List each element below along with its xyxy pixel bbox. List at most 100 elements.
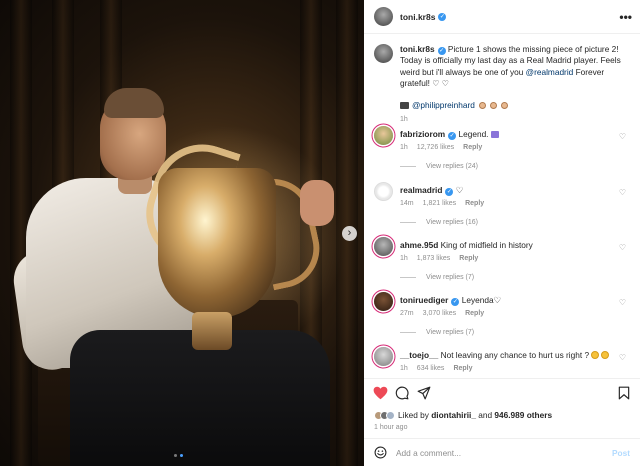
- comment-time: 27m: [400, 310, 414, 317]
- comment-text: ♡: [455, 185, 464, 195]
- reply-button[interactable]: Reply: [459, 255, 478, 262]
- heart-icon[interactable]: ♡: [619, 243, 626, 252]
- post-image[interactable]: ›: [0, 0, 364, 466]
- comments-scroll[interactable]: toni.kr8s ✓ Picture 1 shows the missing p…: [364, 34, 640, 378]
- emoji-icon: [500, 101, 508, 109]
- bookmark-icon[interactable]: [618, 386, 630, 400]
- likes-and: and: [478, 410, 493, 420]
- comment-text: Legend.: [458, 129, 489, 139]
- carousel-dot: [174, 454, 177, 457]
- emoji-icon[interactable]: [374, 446, 387, 459]
- comment-likes[interactable]: 12,726 likes: [417, 144, 454, 151]
- comment: ahme.95d King of midfield in history 1h …: [374, 237, 636, 287]
- avatar[interactable]: [374, 292, 393, 311]
- trophy-stem: [192, 312, 232, 350]
- comment-time: 1h: [400, 255, 408, 262]
- person-hair: [104, 88, 164, 118]
- avatar[interactable]: [374, 347, 393, 366]
- credit-link[interactable]: @philippreinhard: [412, 100, 475, 110]
- caption-text: toni.kr8s ✓ Picture 1 shows the missing p…: [400, 44, 636, 89]
- view-replies-label: View replies (7): [426, 329, 475, 336]
- view-replies-button[interactable]: View replies (7): [400, 274, 474, 281]
- post-comment-button[interactable]: Post: [612, 448, 630, 458]
- post-header: toni.kr8s ✓ •••: [364, 0, 640, 34]
- reply-button[interactable]: Reply: [453, 365, 472, 372]
- heart-icon[interactable]: [373, 386, 388, 400]
- comment: realmadrid ✓ ♡ 14m 1,821 likes Reply ♡ Vi…: [374, 182, 636, 232]
- liked-by-user[interactable]: diontahirii_: [431, 410, 476, 420]
- caption-mention-link[interactable]: @realmadrid: [526, 67, 574, 77]
- comment-username[interactable]: __toejo__: [400, 350, 438, 360]
- caption-hearts: ♡ ♡: [432, 78, 449, 88]
- more-icon[interactable]: •••: [619, 10, 632, 24]
- comment-meta: 1h 1,873 likes Reply: [400, 255, 478, 262]
- comment-username[interactable]: toniruediger: [400, 295, 448, 305]
- post-sidebar: toni.kr8s ✓ ••• toni.kr8s ✓ Picture 1 sho…: [364, 0, 640, 466]
- comment-username[interactable]: realmadrid: [400, 185, 442, 195]
- person-trousers: [70, 330, 330, 466]
- verified-icon: ✓: [451, 298, 460, 306]
- emoji-icon: [478, 101, 486, 109]
- comment-username[interactable]: fabriziorom: [400, 129, 445, 139]
- view-replies-button[interactable]: View replies (24): [400, 163, 478, 170]
- comment-body: realmadrid ✓ ♡: [400, 185, 620, 196]
- reply-button[interactable]: Reply: [463, 144, 482, 151]
- add-comment-bar: Post: [364, 438, 640, 466]
- heart-icon[interactable]: ♡: [619, 132, 626, 141]
- comment-icon[interactable]: [395, 386, 409, 400]
- reply-button[interactable]: Reply: [465, 310, 484, 317]
- avatar[interactable]: [374, 182, 393, 201]
- comment-username[interactable]: ahme.95d: [400, 240, 438, 250]
- heart-icon[interactable]: ♡: [619, 353, 626, 362]
- verified-icon: ✓: [438, 12, 447, 21]
- caption-username[interactable]: toni.kr8s: [400, 44, 435, 54]
- reply-button[interactable]: Reply: [465, 200, 484, 207]
- avatar[interactable]: [374, 7, 393, 26]
- divider: [400, 166, 416, 167]
- heart-icon[interactable]: ♡: [619, 188, 626, 197]
- carousel-next-button[interactable]: ›: [342, 226, 357, 241]
- emoji-icon: [489, 101, 497, 109]
- heart-icon[interactable]: ♡: [619, 298, 626, 307]
- comment: fabriziorom ✓ Legend. 1h 12,726 likes Rep…: [374, 126, 636, 176]
- comment-time: 1h: [400, 365, 408, 372]
- likes-count[interactable]: 946.989 others: [494, 410, 552, 420]
- divider: [400, 332, 416, 333]
- comment-body: toniruediger ✓ Leyenda♡: [400, 295, 620, 306]
- view-replies-label: View replies (7): [426, 274, 475, 281]
- avatar: [386, 410, 395, 420]
- comment-likes[interactable]: 634 likes: [417, 365, 445, 372]
- emoji-icon: [490, 131, 499, 138]
- view-replies-label: View replies (16): [426, 219, 479, 226]
- comment-body: __toejo__ Not leaving any chance to hurt…: [400, 350, 620, 360]
- comment-text: King of midfield in history: [440, 240, 533, 250]
- divider: [400, 277, 416, 278]
- comment: toniruediger ✓ Leyenda♡ 27m 3,070 likes R…: [374, 292, 636, 342]
- comment-likes[interactable]: 3,070 likes: [423, 310, 456, 317]
- avatar[interactable]: [374, 44, 393, 63]
- comment: __toejo__ Not leaving any chance to hurt…: [374, 347, 636, 378]
- view-replies-button[interactable]: View replies (7): [400, 329, 474, 336]
- camera-icon: [400, 101, 409, 109]
- view-replies-button[interactable]: View replies (16): [400, 219, 478, 226]
- comment-text: Leyenda♡: [461, 295, 501, 305]
- post-actions: Liked by diontahirii_ and 946.989 others…: [364, 378, 640, 438]
- header-username[interactable]: toni.kr8s: [400, 12, 435, 22]
- comment-likes[interactable]: 1,821 likes: [423, 200, 456, 207]
- comment-time: 14m: [400, 200, 414, 207]
- view-replies-label: View replies (24): [426, 163, 479, 170]
- caption-credit: @philippreinhard: [400, 100, 508, 110]
- emoji-icon: [601, 351, 610, 359]
- avatar[interactable]: [374, 126, 393, 145]
- comment-likes[interactable]: 1,873 likes: [417, 255, 450, 262]
- comment-body: fabriziorom ✓ Legend.: [400, 129, 620, 140]
- likes-summary[interactable]: Liked by diontahirii_ and 946.989 others: [374, 410, 552, 420]
- share-icon[interactable]: [417, 386, 431, 400]
- comment-text: Not leaving any chance to hurt us right …: [440, 350, 590, 360]
- comment-body: ahme.95d King of midfield in history: [400, 240, 620, 250]
- avatar[interactable]: [374, 237, 393, 256]
- person-hand: [300, 180, 334, 226]
- post-timestamp: 1 hour ago: [374, 424, 408, 431]
- comment-input[interactable]: [396, 447, 596, 458]
- verified-icon: ✓: [437, 47, 446, 55]
